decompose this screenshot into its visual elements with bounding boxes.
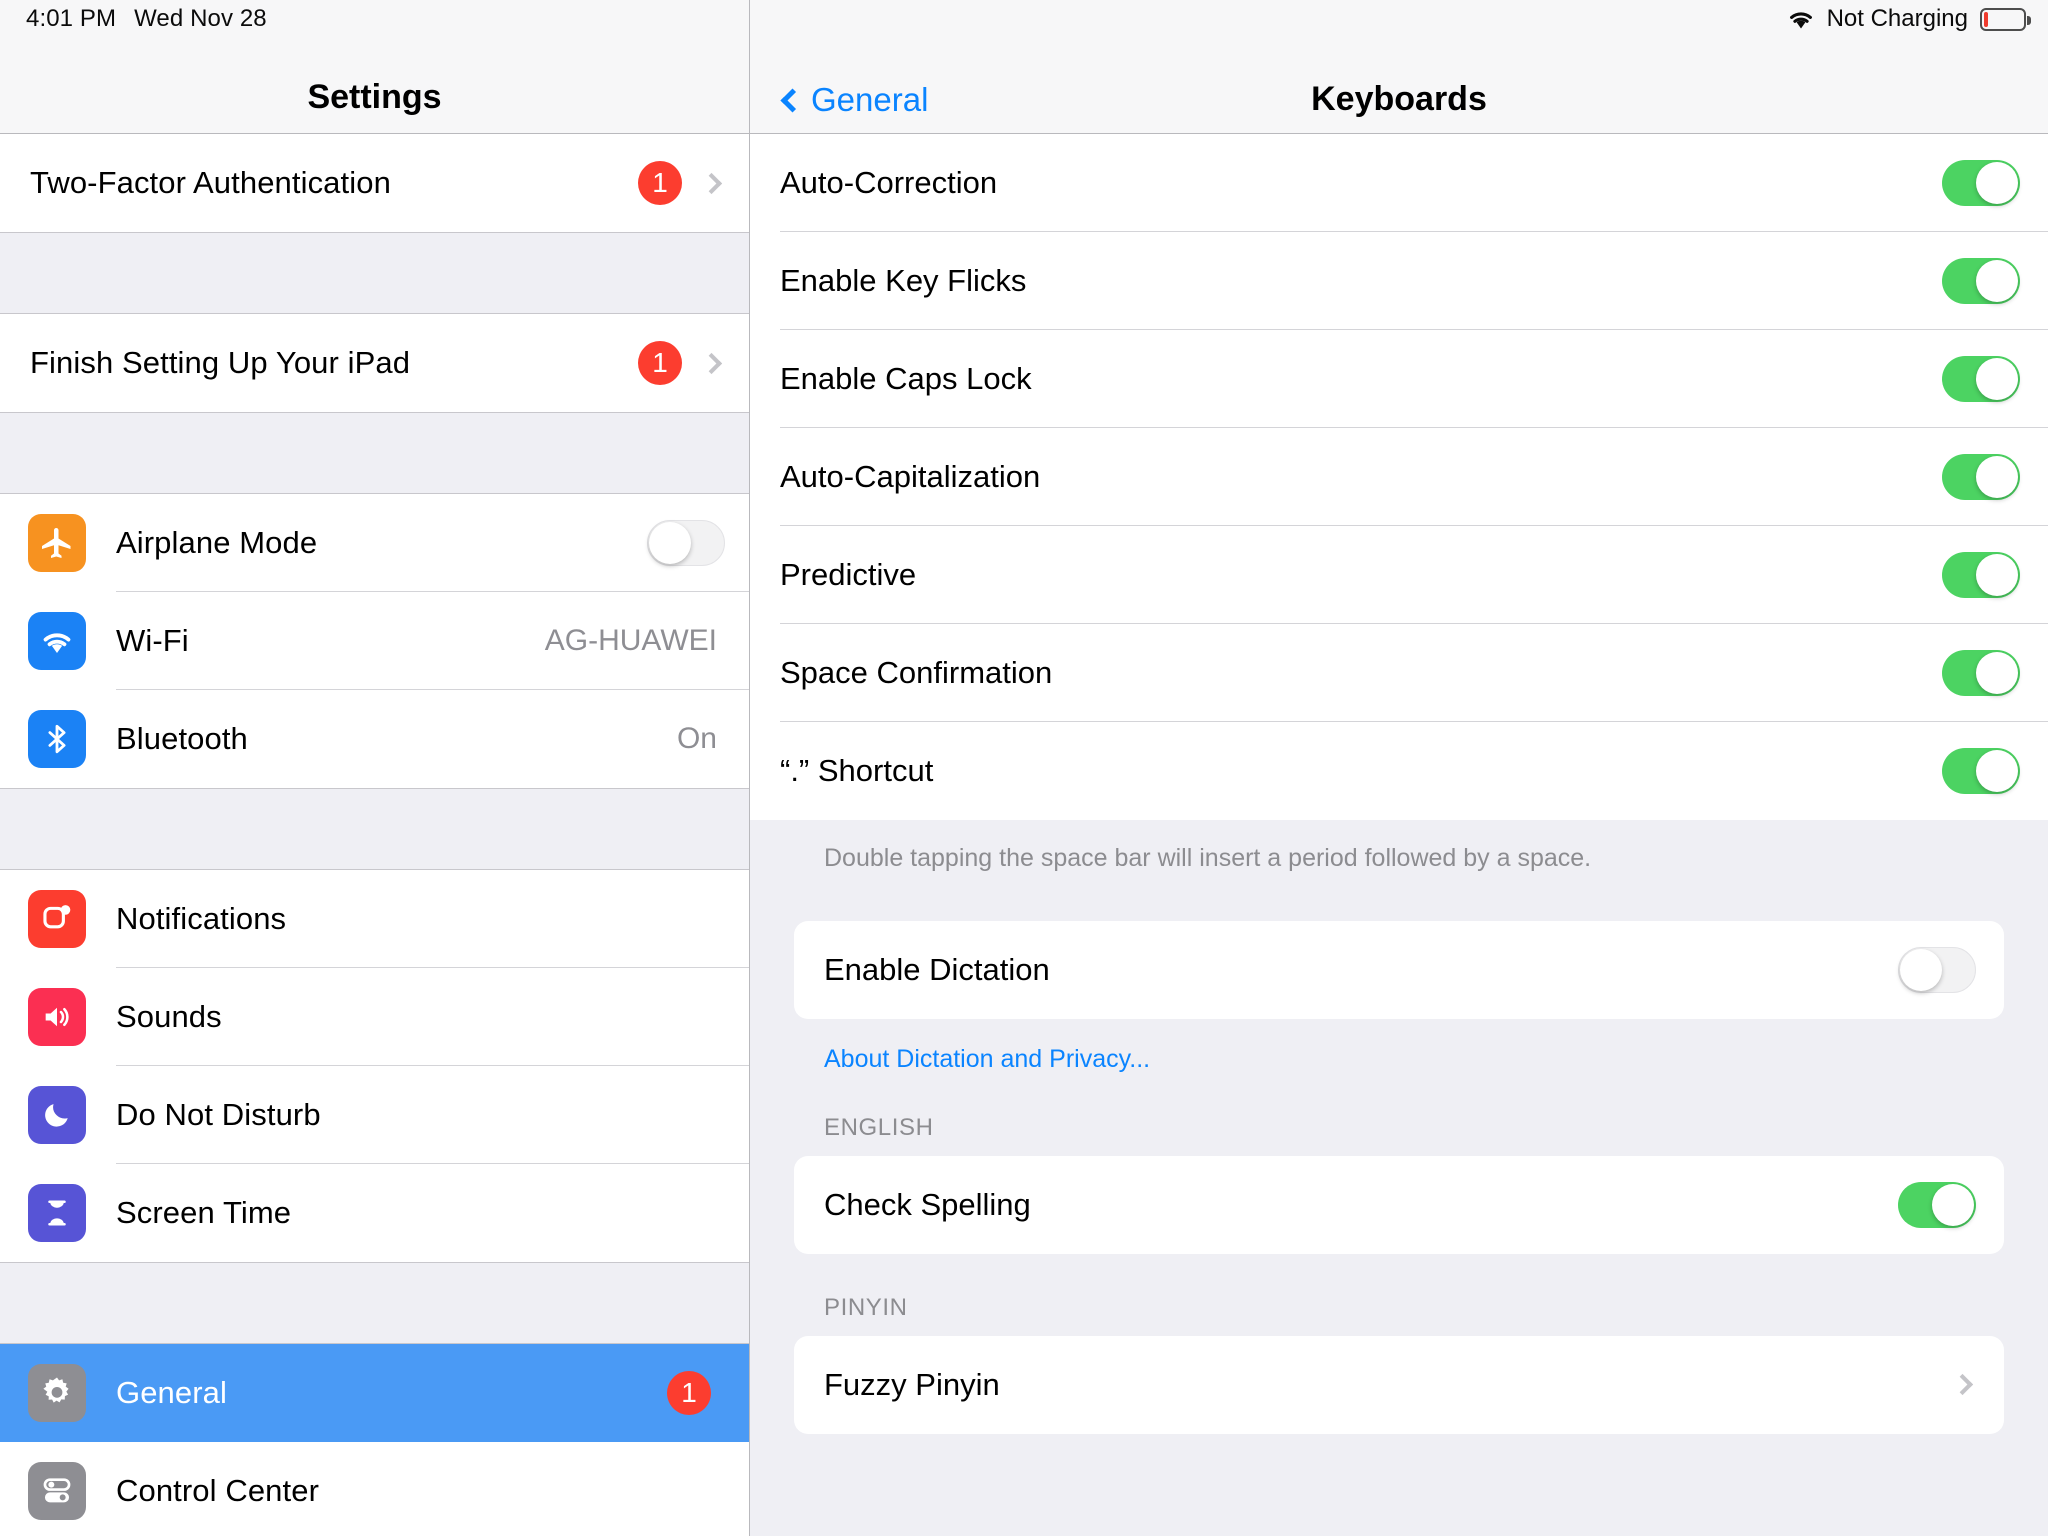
detail-title: Keyboards xyxy=(750,80,2048,119)
sidebar-group-divider xyxy=(0,788,749,870)
check-spelling-toggle[interactable] xyxy=(1898,1182,1976,1228)
status-badge: 1 xyxy=(638,341,682,385)
wifi-network-value: AG-HUAWEI xyxy=(545,624,717,658)
sidebar-item-label: Airplane Mode xyxy=(116,525,647,561)
sidebar-item-label: Two-Factor Authentication xyxy=(30,165,638,201)
row-enable-dictation[interactable]: Enable Dictation xyxy=(794,921,2004,1019)
detail-body: Auto-Correction Enable Key Flicks Enable… xyxy=(750,134,2048,1434)
sidebar-group-divider xyxy=(0,412,749,494)
sidebar-item-sounds[interactable]: Sounds xyxy=(0,968,749,1066)
sidebar-item-do-not-disturb[interactable]: Do Not Disturb xyxy=(0,1066,749,1164)
section-header-english: ENGLISH xyxy=(794,1074,2004,1156)
keyboards-detail-panel: General Keyboards Auto-Correction Enable… xyxy=(750,0,2048,1536)
typing-settings-footer: Double tapping the space bar will insert… xyxy=(794,820,2004,875)
sidebar-item-label: Bluetooth xyxy=(116,721,677,757)
detail-header: General Keyboards xyxy=(750,0,2048,134)
ipad-settings-screen: 4:01 PM Wed Nov 28 Not Charging Settings… xyxy=(0,0,2048,1536)
row-space-confirmation[interactable]: Space Confirmation xyxy=(750,624,2048,722)
sidebar-item-screen-time[interactable]: Screen Time xyxy=(0,1164,749,1262)
section-spacer xyxy=(794,875,2004,921)
section-header-pinyin: PINYIN xyxy=(794,1254,2004,1336)
bluetooth-state-value: On xyxy=(677,722,717,756)
row-label: Enable Dictation xyxy=(824,952,1898,988)
row-label: Space Confirmation xyxy=(780,655,1942,691)
typing-settings-card: Auto-Correction Enable Key Flicks Enable… xyxy=(750,134,2048,820)
row-label: Check Spelling xyxy=(824,1187,1898,1223)
airplane-icon xyxy=(28,514,86,572)
enable-caps-lock-toggle[interactable] xyxy=(1942,356,2020,402)
bluetooth-icon xyxy=(28,710,86,768)
sidebar-item-label: Control Center xyxy=(116,1473,725,1509)
sidebar-group-alerts: Notifications Sounds Do Not Disturb xyxy=(0,870,749,1262)
wifi-icon xyxy=(28,612,86,670)
period-shortcut-toggle[interactable] xyxy=(1942,748,2020,794)
sidebar-item-two-factor-authentication[interactable]: Two-Factor Authentication 1 xyxy=(0,134,749,232)
sidebar-item-wifi[interactable]: Wi-Fi AG-HUAWEI xyxy=(0,592,749,690)
row-check-spelling[interactable]: Check Spelling xyxy=(794,1156,2004,1254)
sidebar-group-account: Two-Factor Authentication 1 xyxy=(0,134,749,232)
sounds-icon xyxy=(28,988,86,1046)
row-label: Enable Key Flicks xyxy=(780,263,1942,299)
back-button-label: General xyxy=(811,81,928,119)
status-badge: 1 xyxy=(667,1371,711,1415)
notifications-icon xyxy=(28,890,86,948)
enable-dictation-toggle[interactable] xyxy=(1898,947,1976,993)
enable-key-flicks-toggle[interactable] xyxy=(1942,258,2020,304)
pinyin-card: Fuzzy Pinyin xyxy=(794,1336,2004,1434)
space-confirmation-toggle[interactable] xyxy=(1942,650,2020,696)
auto-correction-toggle[interactable] xyxy=(1942,160,2020,206)
sidebar-item-control-center[interactable]: Control Center xyxy=(0,1442,749,1536)
sidebar-header: Settings xyxy=(0,0,749,134)
sidebar-item-finish-setting-up-your-ipad[interactable]: Finish Setting Up Your iPad 1 xyxy=(0,314,749,412)
sidebar-item-label: Wi-Fi xyxy=(116,623,545,659)
sidebar-item-notifications[interactable]: Notifications xyxy=(0,870,749,968)
row-label: Enable Caps Lock xyxy=(780,361,1942,397)
page-title: Settings xyxy=(307,78,441,117)
row-enable-key-flicks[interactable]: Enable Key Flicks xyxy=(750,232,2048,330)
row-auto-capitalization[interactable]: Auto-Capitalization xyxy=(750,428,2048,526)
predictive-toggle[interactable] xyxy=(1942,552,2020,598)
dictation-card: Enable Dictation xyxy=(794,921,2004,1019)
about-dictation-and-privacy-link[interactable]: About Dictation and Privacy... xyxy=(794,1019,2004,1074)
row-fuzzy-pinyin[interactable]: Fuzzy Pinyin xyxy=(794,1336,2004,1434)
sidebar-group-divider xyxy=(0,1262,749,1344)
chevron-left-icon xyxy=(780,88,804,112)
sidebar-group-system: General 1 Control Center AA xyxy=(0,1344,749,1536)
row-predictive[interactable]: Predictive xyxy=(750,526,2048,624)
sidebar-item-label: Finish Setting Up Your iPad xyxy=(30,345,638,381)
sidebar-item-label: Notifications xyxy=(116,901,725,937)
row-label: Fuzzy Pinyin xyxy=(824,1367,1947,1403)
sidebar-group-setup: Finish Setting Up Your iPad 1 xyxy=(0,314,749,412)
sidebar-group-divider xyxy=(0,232,749,314)
row-label: Auto-Capitalization xyxy=(780,459,1942,495)
status-badge: 1 xyxy=(638,161,682,205)
sidebar-item-label: General xyxy=(116,1375,667,1411)
control-center-icon xyxy=(28,1462,86,1520)
chevron-right-icon xyxy=(1952,1374,1973,1395)
row-label: Predictive xyxy=(780,557,1942,593)
gear-icon xyxy=(28,1364,86,1422)
sidebar-group-connectivity: Airplane Mode Wi-Fi AG-HUAWEI xyxy=(0,494,749,788)
sidebar-item-airplane-mode[interactable]: Airplane Mode xyxy=(0,494,749,592)
row-auto-correction[interactable]: Auto-Correction xyxy=(750,134,2048,232)
chevron-right-icon xyxy=(701,352,722,373)
moon-icon xyxy=(28,1086,86,1144)
chevron-right-icon xyxy=(701,172,722,193)
back-button[interactable]: General xyxy=(784,81,928,119)
sidebar-item-bluetooth[interactable]: Bluetooth On xyxy=(0,690,749,788)
auto-capitalization-toggle[interactable] xyxy=(1942,454,2020,500)
sidebar-item-label: Do Not Disturb xyxy=(116,1097,725,1133)
airplane-mode-toggle[interactable] xyxy=(647,520,725,566)
row-enable-caps-lock[interactable]: Enable Caps Lock xyxy=(750,330,2048,428)
row-label: “.” Shortcut xyxy=(780,753,1942,789)
row-period-shortcut[interactable]: “.” Shortcut xyxy=(750,722,2048,820)
hourglass-icon xyxy=(28,1184,86,1242)
sidebar-item-label: Screen Time xyxy=(116,1195,725,1231)
settings-sidebar: Settings Two-Factor Authentication 1 Fin… xyxy=(0,0,750,1536)
row-label: Auto-Correction xyxy=(780,165,1942,201)
sidebar-item-label: Sounds xyxy=(116,999,725,1035)
english-card: Check Spelling xyxy=(794,1156,2004,1254)
sidebar-item-general[interactable]: General 1 xyxy=(0,1344,749,1442)
